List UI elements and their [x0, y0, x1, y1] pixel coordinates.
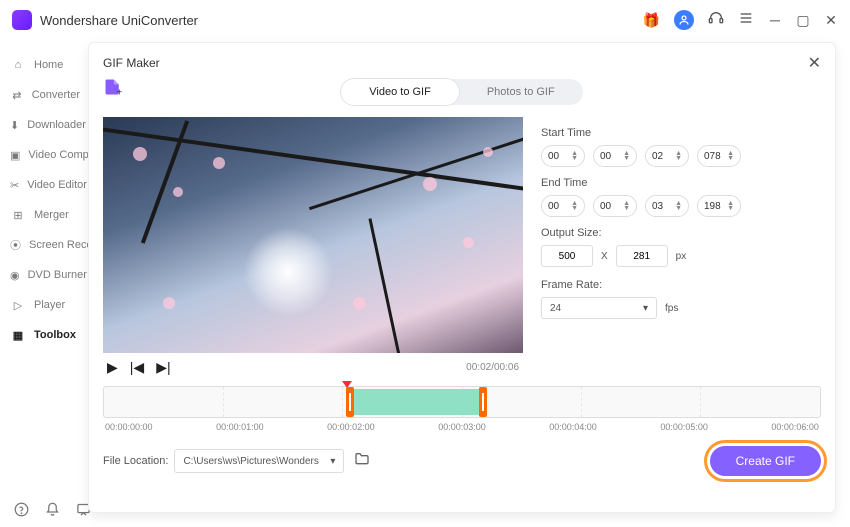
minimize-button[interactable]: ─ — [768, 12, 782, 28]
converter-icon: ⇄ — [10, 87, 24, 103]
sidebar-item-home[interactable]: ⌂Home — [0, 50, 90, 80]
frame-rate-select[interactable]: 24▾ — [541, 297, 657, 319]
end-hh-spinner[interactable]: 00▲▼ — [541, 195, 585, 217]
compress-icon: ▣ — [10, 147, 20, 163]
close-icon[interactable]: ✕ — [808, 53, 821, 73]
timeline-start-handle[interactable] — [346, 387, 354, 417]
gift-icon[interactable]: 🎁 — [643, 12, 660, 29]
time-indicator: 00:02/00:06 — [466, 362, 519, 373]
close-button[interactable]: ✕ — [824, 12, 838, 29]
output-height-input[interactable] — [616, 245, 668, 267]
open-folder-icon[interactable] — [354, 451, 370, 472]
frame-rate-label: Frame Rate: — [541, 279, 821, 291]
bell-icon[interactable] — [45, 502, 60, 522]
home-icon: ⌂ — [10, 57, 26, 73]
gif-settings: Start Time 00▲▼ 00▲▼ 02▲▼ 078▲▼ End Time… — [541, 117, 821, 376]
app-title: Wondershare UniConverter — [40, 13, 643, 28]
play-button[interactable]: ▶ — [107, 359, 118, 376]
disc-icon: ◉ — [10, 267, 20, 283]
modal-title: GIF Maker — [103, 56, 808, 70]
sidebar-item-merger[interactable]: ⊞Merger — [0, 200, 90, 230]
playhead-icon[interactable] — [342, 381, 352, 388]
tab-photos-to-gif[interactable]: Photos to GIF — [459, 79, 583, 105]
help-icon[interactable] — [14, 502, 29, 522]
video-preview: ▶ |◀ ▶| 00:02/00:06 — [103, 117, 523, 376]
sidebar-item-player[interactable]: ▷Player — [0, 290, 90, 320]
record-icon: ⦿ — [10, 237, 21, 253]
end-ms-spinner[interactable]: 198▲▼ — [697, 195, 741, 217]
sidebar: ⌂Home ⇄Converter ⬇Downloader ▣Video Comp… — [0, 40, 90, 497]
sidebar-item-downloader[interactable]: ⬇Downloader — [0, 110, 90, 140]
timeline-labels: 00:00:00:00 00:00:01:00 00:00:02:00 00:0… — [103, 422, 821, 432]
end-mm-spinner[interactable]: 00▲▼ — [593, 195, 637, 217]
chevron-down-icon: ▾ — [330, 456, 335, 467]
sidebar-item-compressor[interactable]: ▣Video Compressor — [0, 140, 90, 170]
grid-icon: ▦ — [10, 327, 26, 343]
sidebar-item-converter[interactable]: ⇄Converter — [0, 80, 90, 110]
headset-icon[interactable] — [708, 10, 724, 31]
add-file-icon[interactable]: + — [103, 77, 123, 97]
start-ms-spinner[interactable]: 078▲▼ — [697, 145, 741, 167]
sidebar-item-editor[interactable]: ✂Video Editor — [0, 170, 90, 200]
next-frame-button[interactable]: ▶| — [156, 359, 170, 376]
create-gif-button[interactable]: Create GIF — [710, 446, 821, 476]
scissors-icon: ✂ — [10, 177, 19, 193]
merge-icon: ⊞ — [10, 207, 26, 223]
start-mm-spinner[interactable]: 00▲▼ — [593, 145, 637, 167]
chevron-down-icon: ▾ — [643, 303, 648, 314]
start-ss-spinner[interactable]: 02▲▼ — [645, 145, 689, 167]
menu-icon[interactable] — [738, 10, 754, 31]
sidebar-item-recorder[interactable]: ⦿Screen Recorder — [0, 230, 90, 260]
start-hh-spinner[interactable]: 00▲▼ — [541, 145, 585, 167]
file-location-label: File Location: — [103, 455, 168, 467]
svg-text:+: + — [116, 87, 122, 97]
end-ss-spinner[interactable]: 03▲▼ — [645, 195, 689, 217]
end-time-label: End Time — [541, 177, 821, 189]
title-bar: Wondershare UniConverter 🎁 ─ ▢ ✕ — [0, 0, 850, 40]
timeline[interactable]: 00:00:00:00 00:00:01:00 00:00:02:00 00:0… — [103, 386, 821, 432]
app-logo-icon — [12, 10, 32, 30]
file-location-select[interactable]: C:\Users\ws\Pictures\Wonders ▾ — [174, 449, 344, 473]
gif-maker-modal: GIF Maker ✕ + Video to GIF Photos to GIF — [88, 42, 836, 513]
timeline-end-handle[interactable] — [479, 387, 487, 417]
prev-frame-button[interactable]: |◀ — [130, 359, 144, 376]
start-time-label: Start Time — [541, 127, 821, 139]
video-frame[interactable] — [103, 117, 523, 353]
maximize-button[interactable]: ▢ — [796, 12, 810, 29]
sidebar-item-toolbox[interactable]: ▦Toolbox — [0, 320, 90, 350]
user-avatar-icon[interactable] — [674, 10, 694, 30]
output-size-label: Output Size: — [541, 227, 821, 239]
output-width-input[interactable] — [541, 245, 593, 267]
mode-tabs: Video to GIF Photos to GIF — [341, 79, 582, 105]
tab-video-to-gif[interactable]: Video to GIF — [341, 79, 459, 105]
sidebar-item-dvd[interactable]: ◉DVD Burner — [0, 260, 90, 290]
download-icon: ⬇ — [10, 117, 19, 133]
play-icon: ▷ — [10, 297, 26, 313]
